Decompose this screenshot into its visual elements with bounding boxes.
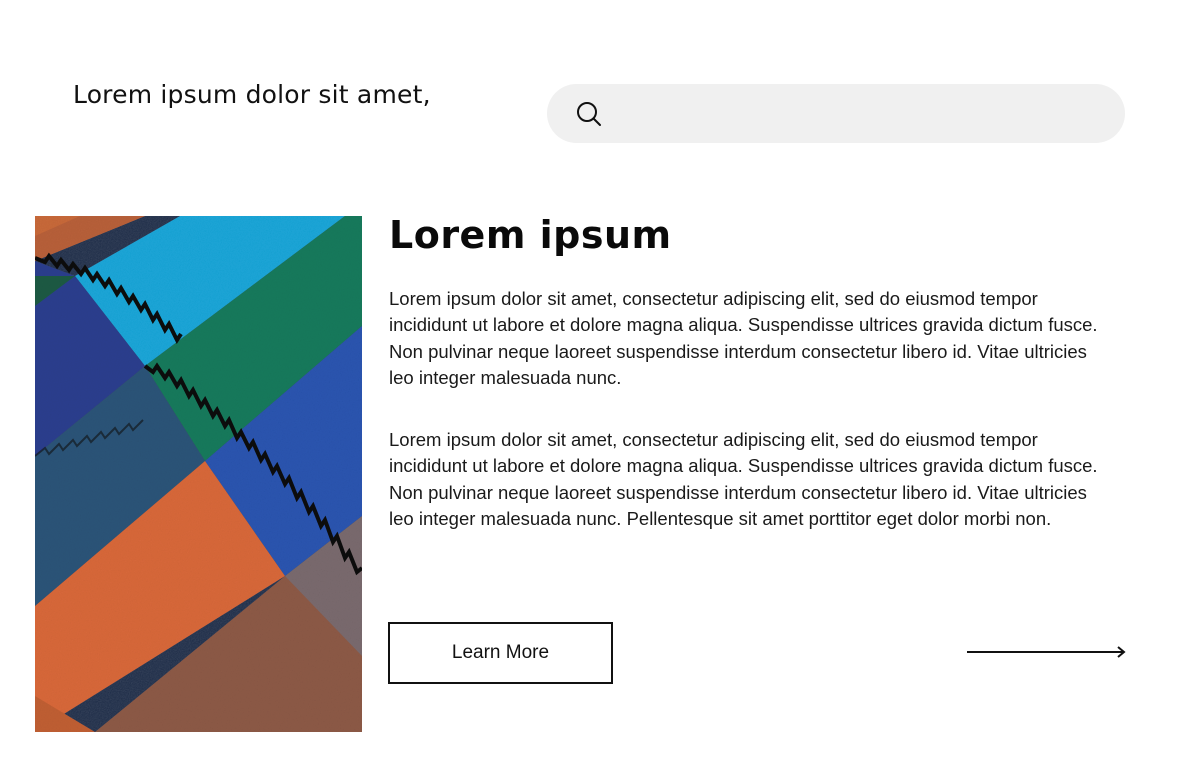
search-bar[interactable]	[547, 84, 1125, 143]
learn-more-button[interactable]: Learn More	[388, 622, 613, 684]
arrow-right-icon[interactable]	[966, 643, 1128, 661]
search-icon[interactable]	[575, 100, 603, 128]
section-title: Lorem ipsum	[389, 213, 672, 257]
paragraph-1: Lorem ipsum dolor sit amet, consectetur …	[389, 288, 1098, 388]
paragraph-2: Lorem ipsum dolor sit amet, consectetur …	[389, 429, 1098, 529]
header-title: Lorem ipsum dolor sit amet,	[73, 80, 431, 109]
leather-swatches-image	[35, 216, 362, 732]
content-section: Lorem ipsum Lorem ipsum dolor sit amet, …	[389, 210, 1119, 529]
search-input[interactable]	[617, 92, 1125, 135]
